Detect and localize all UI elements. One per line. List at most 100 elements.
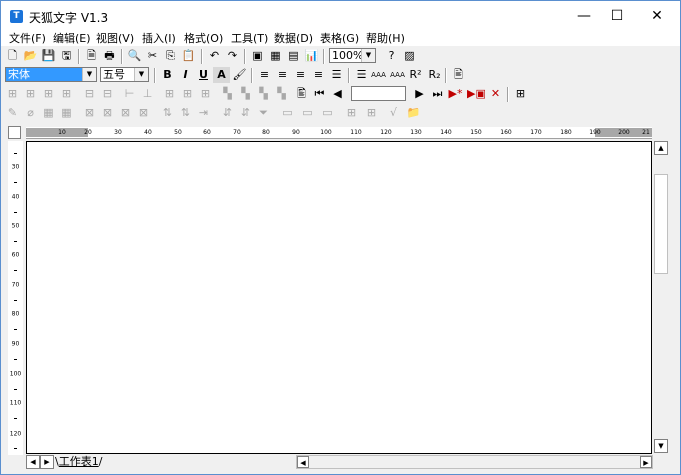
funnel-icon[interactable]: ⏷ [255, 105, 272, 121]
align-left-icon[interactable]: ≡ [256, 67, 273, 83]
scroll-down-icon[interactable]: ▼ [654, 439, 668, 453]
sort-descending-icon[interactable]: ⇅ [177, 105, 194, 121]
menu-data[interactable]: 数据(D) [274, 31, 313, 46]
chevron-down-icon[interactable]: ▼ [82, 68, 96, 81]
layout-icon[interactable]: ▭ [279, 105, 296, 121]
font-size-select[interactable]: 五号 ▼ [100, 67, 149, 82]
cell-align-icon[interactable]: ▚ [219, 86, 236, 102]
delete-icon[interactable]: ⊞ [197, 86, 214, 102]
cut-icon[interactable]: ✂ [144, 48, 161, 64]
menu-insert[interactable]: 插入(I) [142, 31, 176, 46]
next-record-icon[interactable]: ▶ [411, 86, 428, 102]
eraser-icon[interactable]: ⌀ [22, 105, 39, 121]
distribute-icon[interactable]: ☰ [328, 67, 345, 83]
menu-file[interactable]: 文件(F) [9, 31, 46, 46]
formula-icon[interactable]: 🖺 [293, 86, 310, 102]
clear-format-icon[interactable]: 🖹 [450, 67, 467, 83]
prev-record-icon[interactable]: ◀ [329, 86, 346, 102]
font-select[interactable]: 宋体 ▼ [5, 67, 97, 82]
table-tool-icon[interactable]: ⊞ [40, 86, 57, 102]
merge-cells-icon[interactable]: ⊟ [81, 86, 98, 102]
border-tool-icon[interactable]: ⊠ [81, 105, 98, 121]
cell-align-icon[interactable]: ▚ [237, 86, 254, 102]
subscript-button[interactable]: R₂ [426, 67, 443, 83]
menu-format[interactable]: 格式(O) [184, 31, 223, 46]
split-cells-icon[interactable]: ⊟ [99, 86, 116, 102]
insert-row-icon[interactable]: ⊞ [161, 86, 178, 102]
layout-icon[interactable]: ▭ [319, 105, 336, 121]
print-icon[interactable]: 🖶 [101, 48, 118, 64]
grid-icon[interactable]: ⊞ [343, 105, 360, 121]
sort-icon[interactable]: ⇵ [219, 105, 236, 121]
draw-tool-icon[interactable]: ▦ [40, 105, 57, 121]
chevron-down-icon[interactable]: ▼ [134, 68, 148, 81]
save-icon[interactable]: 💾 [40, 48, 57, 64]
horizontal-scrollbar[interactable]: ◀ ▶ [296, 455, 653, 469]
column-width-icon[interactable]: ⊢ [121, 86, 138, 102]
menu-tools[interactable]: 工具(T) [231, 31, 268, 46]
save-record-icon[interactable]: ▶▣ [467, 86, 486, 102]
italic-button[interactable]: I [177, 67, 194, 83]
open-folder-icon[interactable]: 📂 [22, 48, 39, 64]
line-spacing-icon[interactable]: ☰ [353, 67, 370, 83]
insert-chart-icon[interactable]: 📊 [303, 48, 320, 64]
table-tool-icon[interactable]: ⊞ [22, 86, 39, 102]
cell-align-icon[interactable]: ▚ [273, 86, 290, 102]
shrink-font-button[interactable]: AAA [370, 67, 387, 83]
save-as-icon[interactable]: 🖫 [58, 48, 75, 64]
record-field[interactable] [351, 86, 406, 101]
chevron-down-icon[interactable]: ▼ [361, 49, 375, 62]
copy-icon[interactable]: ⎘ [162, 48, 179, 64]
grid-icon[interactable]: ⊞ [363, 105, 380, 121]
vertical-scrollbar[interactable]: ▲ ▼ [653, 141, 669, 454]
scroll-left-icon[interactable]: ◀ [297, 456, 309, 468]
zoom-select[interactable]: 100% ▼ [329, 48, 376, 63]
close-button[interactable]: ✕ [634, 1, 680, 31]
about-icon[interactable]: ▨ [401, 48, 418, 64]
font-color-button[interactable]: A [213, 67, 230, 83]
find-icon[interactable]: 🔍 [126, 48, 143, 64]
new-record-icon[interactable]: ▶* [447, 86, 464, 102]
menu-help[interactable]: 帮助(H) [366, 31, 405, 46]
document-canvas[interactable] [26, 141, 652, 454]
row-height-icon[interactable]: ⊥ [139, 86, 156, 102]
draw-tool-icon[interactable]: ▦ [58, 105, 75, 121]
align-right-icon[interactable]: ≡ [292, 67, 309, 83]
formula-icon[interactable]: √ [385, 105, 402, 121]
table-tool-icon[interactable]: ⊞ [4, 86, 21, 102]
new-document-icon[interactable]: 🗋 [4, 48, 21, 64]
paste-icon[interactable]: 📋 [180, 48, 197, 64]
insert-image-icon[interactable]: ▣ [249, 48, 266, 64]
superscript-button[interactable]: R² [407, 67, 424, 83]
cell-align-icon[interactable]: ▚ [255, 86, 272, 102]
grow-font-button[interactable]: AAA [389, 67, 406, 83]
menu-edit[interactable]: 编辑(E) [53, 31, 91, 46]
bold-button[interactable]: B [159, 67, 176, 83]
layout-icon[interactable]: ▭ [299, 105, 316, 121]
redo-icon[interactable]: ↷ [224, 48, 241, 64]
border-tool-icon[interactable]: ⊠ [135, 105, 152, 121]
undo-icon[interactable]: ↶ [206, 48, 223, 64]
first-record-icon[interactable]: ⏮ [311, 86, 328, 102]
folder-icon[interactable]: 📁 [405, 105, 422, 121]
sheet-tab[interactable]: \工作表1/ [55, 455, 102, 469]
insert-column-icon[interactable]: ⊞ [179, 86, 196, 102]
last-record-icon[interactable]: ⏭ [429, 86, 446, 102]
help-icon[interactable]: ? [383, 48, 400, 64]
table-tool-icon[interactable]: ⊞ [58, 86, 75, 102]
justify-icon[interactable]: ≡ [310, 67, 327, 83]
scroll-right-icon[interactable]: ▶ [640, 456, 652, 468]
pen-icon[interactable]: ✎ [4, 105, 21, 121]
align-center-icon[interactable]: ≡ [274, 67, 291, 83]
sort-ascending-icon[interactable]: ⇅ [159, 105, 176, 121]
underline-button[interactable]: U [195, 67, 212, 83]
border-tool-icon[interactable]: ⊠ [99, 105, 116, 121]
filter-icon[interactable]: ⇥ [195, 105, 212, 121]
scroll-thumb[interactable] [654, 174, 668, 274]
insert-table-icon[interactable]: ▦ [267, 48, 284, 64]
menu-table[interactable]: 表格(G) [320, 31, 359, 46]
scroll-up-icon[interactable]: ▲ [654, 141, 668, 155]
highlight-icon[interactable]: 🖌 [231, 67, 248, 83]
delete-record-icon[interactable]: ✕ [487, 86, 504, 102]
menu-view[interactable]: 视图(V) [96, 31, 134, 46]
